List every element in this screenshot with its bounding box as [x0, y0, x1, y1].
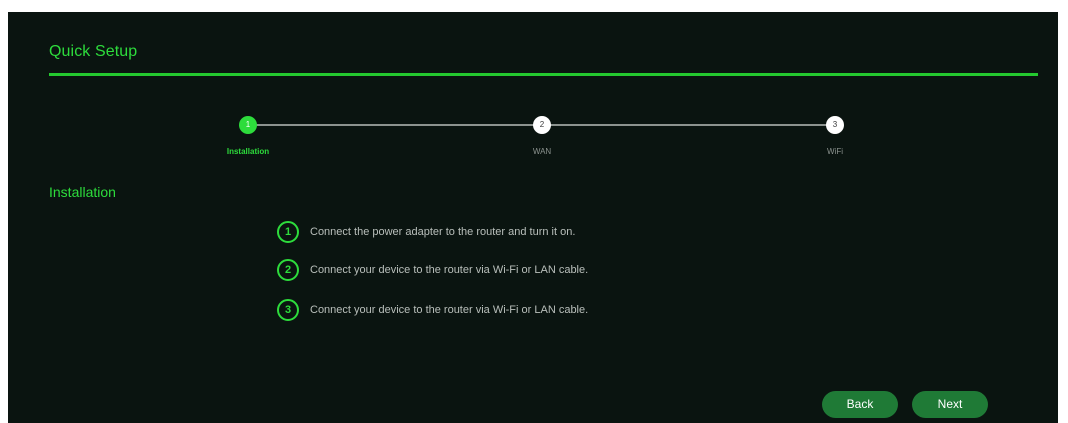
step-label-wifi: WiFi — [827, 147, 843, 156]
step-label-installation: Installation — [226, 147, 270, 156]
step-indicator-wan[interactable]: 2 — [533, 116, 551, 134]
setup-stepper: 1 2 3 Installation WAN WiFi — [8, 112, 1058, 162]
instruction-text: Connect your device to the router via Wi… — [310, 304, 589, 316]
step-number-badge: 1 — [277, 221, 299, 243]
section-title: Installation — [49, 184, 116, 200]
stepper-line-1-2 — [254, 124, 539, 126]
page-title: Quick Setup — [49, 43, 138, 60]
step-indicator-installation[interactable]: 1 — [239, 116, 257, 134]
quick-setup-panel: Quick Setup 1 2 3 Installation WAN WiFi … — [8, 12, 1058, 423]
next-button[interactable]: Next — [912, 391, 988, 418]
instruction-text: Connect the power adapter to the router … — [310, 226, 576, 238]
stepper-line-2-3 — [547, 124, 832, 126]
header-divider — [49, 73, 1038, 76]
step-indicator-wifi[interactable]: 3 — [826, 116, 844, 134]
instruction-item: 2 Connect your device to the router via … — [277, 259, 588, 281]
step-label-wan: WAN — [532, 147, 552, 156]
instruction-item: 3 Connect your device to the router via … — [277, 299, 588, 321]
instruction-item: 1 Connect the power adapter to the route… — [277, 221, 575, 243]
back-button[interactable]: Back — [822, 391, 898, 418]
instruction-text: Connect your device to the router via Wi… — [310, 264, 589, 276]
step-number-badge: 2 — [277, 259, 299, 281]
step-number-badge: 3 — [277, 299, 299, 321]
